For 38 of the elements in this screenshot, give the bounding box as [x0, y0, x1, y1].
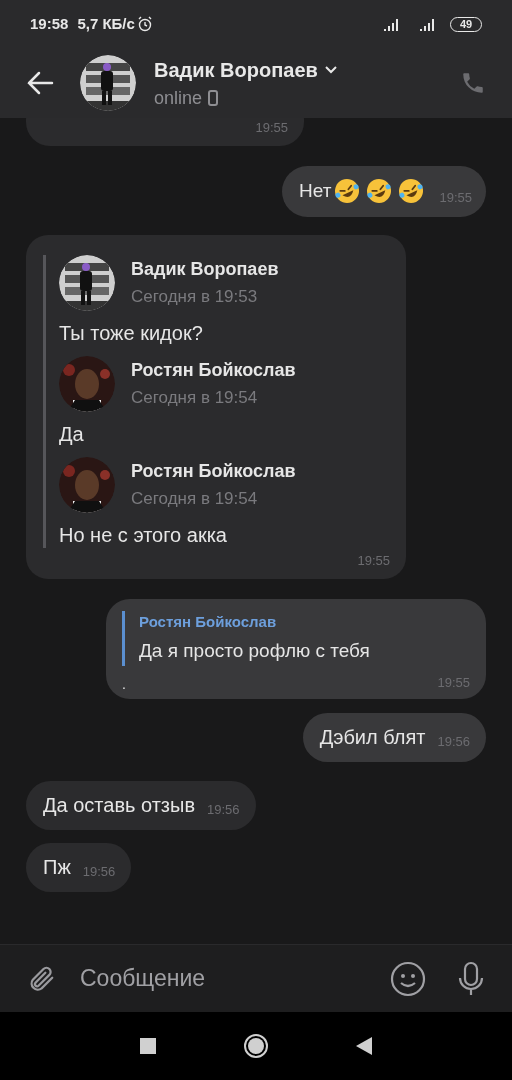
laughing-face-icon: [365, 177, 394, 206]
message-time: 19:55: [255, 121, 288, 134]
message-time: 19:55: [357, 553, 390, 567]
message-time: 19:56: [82, 864, 116, 878]
back-triangle-icon[interactable]: [356, 1037, 372, 1055]
contact-name[interactable]: Вадик Воропаев: [154, 54, 318, 85]
laughing-face-icon: [397, 177, 426, 206]
laughing-face-icon: [333, 177, 362, 206]
message-date: Сегодня в 19:54: [131, 488, 259, 510]
author-name: Вадик Воропаев: [131, 257, 279, 281]
online-status: online: [154, 86, 203, 110]
message-composer[interactable]: Сообщение: [0, 944, 512, 1012]
reply-quote[interactable]: Ростян Бойкослав Да я просто рофлю с тебя: [122, 610, 470, 666]
phone-device-icon: [208, 90, 219, 106]
message-text: Ты тоже кидок?: [59, 320, 204, 346]
microphone-icon[interactable]: [456, 960, 486, 997]
home-button[interactable]: [244, 1034, 268, 1058]
message-text: Но не с этого акка: [59, 522, 228, 548]
chevron-down-icon[interactable]: [323, 64, 338, 75]
alarm-icon: [136, 16, 153, 32]
smiley-icon[interactable]: [390, 960, 426, 997]
message-text: Пж: [43, 854, 71, 880]
message-date: Сегодня в 19:54: [131, 387, 259, 409]
message-date: Сегодня в 19:53: [131, 286, 259, 308]
message-text: Да оставь отзыв: [43, 792, 196, 818]
message-text: Нет: [299, 179, 332, 203]
clock-time: 19:58: [30, 13, 69, 34]
message-text: .: [122, 676, 126, 691]
message-text: Дэбил блят: [319, 724, 426, 750]
network-speed: 5,7 КБ/с: [77, 13, 135, 34]
message-time: 19:56: [207, 802, 240, 816]
back-arrow-icon[interactable]: [26, 71, 54, 95]
author-name: Ростян Бойкослав: [131, 459, 296, 483]
author-name: Ростян Бойкослав: [131, 358, 296, 382]
quote-author: Ростян Бойкослав: [139, 611, 278, 632]
quote-text: Да я просто рофлю с тебя: [139, 639, 371, 663]
message-text: Да: [59, 421, 85, 447]
phone-call-icon[interactable]: [460, 70, 486, 96]
